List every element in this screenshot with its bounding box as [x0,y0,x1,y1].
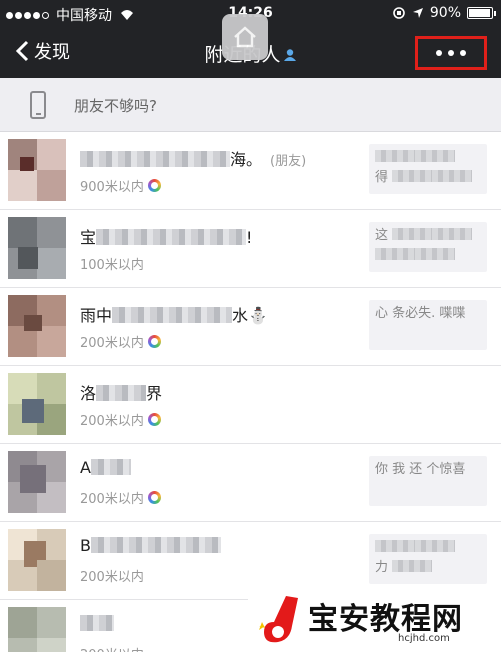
avatar [8,139,66,201]
signature-preview: 得 [369,144,487,194]
more-friends-banner[interactable]: 朋友不够吗? [0,78,501,132]
person-distance: 100米以内 [80,258,144,273]
moments-ring-icon [147,179,161,192]
nearby-people-list: 海。 (朋友) 900米以内 得 宝! 100米以内 这 雨中 水⛄ 200米以内 … [0,132,501,652]
list-item[interactable]: 雨中 水⛄ 200米以内 心 条必失. 喋喋 [0,288,501,366]
signature-preview: 这 [369,222,487,272]
location-icon [412,8,423,18]
blurred-text [80,615,114,631]
blurred-text [96,229,247,245]
list-item[interactable]: 洛界 200米以内 [0,366,501,444]
person-distance: 200米以内 [80,570,144,585]
person-name [80,614,114,633]
home-icon [234,26,256,48]
person-name: 宝! [80,228,253,247]
signature-preview: 力 [369,534,487,584]
signature-preview: 心 条必失. 喋喋 [369,300,487,350]
watermark-title: 宝安教程网 [308,602,463,637]
avatar [8,451,66,513]
blurred-text [112,307,233,323]
person-name: A [80,458,131,477]
blurred-text [96,385,147,401]
person-name: 雨中 水⛄ [80,306,268,325]
battery-icon [467,7,496,19]
moments-ring-icon [147,335,161,348]
avatar [8,529,66,591]
status-right-group: 90% [392,5,496,21]
watermark-url: hcjhd.com [398,633,450,644]
moments-ring-icon [147,491,161,504]
more-options-button[interactable] [415,36,487,70]
person-distance: 200米以内 [80,488,161,507]
avatar [8,607,66,652]
person-icon [283,49,296,61]
list-item[interactable]: A 200米以内 你 我 还 个惊喜 [0,444,501,522]
person-name: 海。 (朋友) [80,146,306,170]
person-name: B [80,536,221,555]
person-distance: 200米以内 [80,410,161,429]
site-watermark: 宝安教程网 hcjhd.com [248,588,501,652]
list-item[interactable]: 海。 (朋友) 900米以内 得 [0,132,501,210]
person-distance: 200米以内 [80,644,144,652]
moments-ring-icon [147,413,161,426]
more-friends-text: 朋友不够吗? [74,97,157,115]
blurred-text [80,151,230,167]
blurred-text [90,459,131,475]
assistive-touch-home-button[interactable] [222,14,268,60]
list-item[interactable]: 宝! 100米以内 这 [0,210,501,288]
person-name: 洛界 [80,384,163,403]
avatar [8,295,66,357]
avatar [8,217,66,279]
signature-preview: 你 我 还 个惊喜 [369,456,487,506]
phone-icon [30,91,46,119]
person-distance: 900米以内 [80,176,161,195]
blurred-text [90,537,221,553]
avatar [8,373,66,435]
person-distance: 200米以内 [80,332,161,351]
site-logo [259,596,298,643]
orientation-lock-icon [393,7,405,19]
battery-percent: 90% [429,5,461,21]
